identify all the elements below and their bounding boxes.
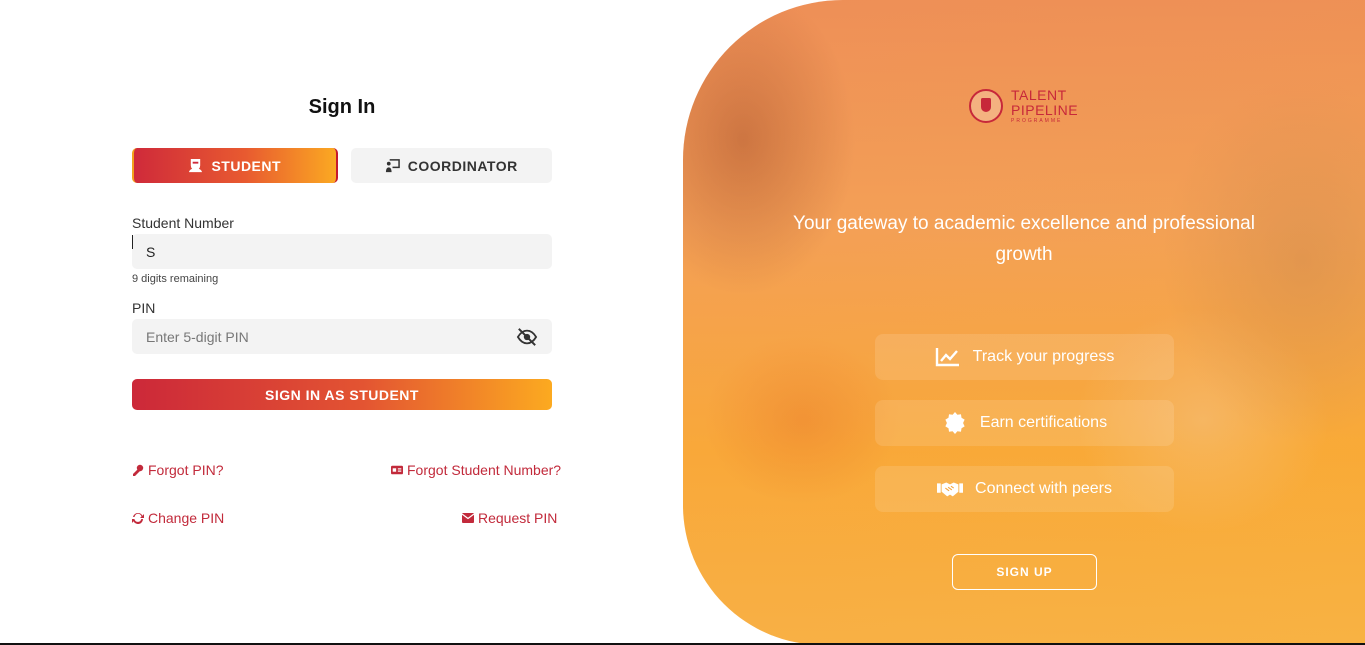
pin-input[interactable] <box>132 319 552 354</box>
digits-remaining-hint: 9 digits remaining <box>132 273 219 285</box>
role-tabs: STUDENT COORDINATOR <box>132 148 552 183</box>
change-pin-label: Change PIN <box>148 510 225 526</box>
student-icon <box>189 158 203 173</box>
key-icon <box>133 464 144 476</box>
feature-label: Connect with peers <box>975 480 1112 497</box>
tab-coordinator-label: COORDINATOR <box>407 157 518 174</box>
logo-line2: PIPELINE <box>1011 102 1079 118</box>
page-title: Sign In <box>308 96 376 118</box>
feature-label: Track your progress <box>972 348 1115 365</box>
signin-panel: Sign In STUDENT COORDINATOR Student Numb… <box>0 0 683 645</box>
request-pin-label: Request PIN <box>478 510 558 526</box>
handshake-icon <box>937 482 964 497</box>
feature-track-progress: Track your progress <box>875 334 1174 380</box>
talent-pipeline-logo: TALENT PIPELINE PROGRAMME <box>969 88 1078 124</box>
pin-field-wrap <box>132 319 552 354</box>
logo-line1: TALENT <box>1011 87 1067 103</box>
eye-slash-icon[interactable] <box>516 327 538 347</box>
change-pin-link[interactable]: Change PIN <box>132 510 224 526</box>
request-pin-link[interactable]: Request PIN <box>462 510 557 526</box>
student-number-input[interactable] <box>132 234 552 269</box>
sign-up-button[interactable]: SIGN UP <box>952 554 1097 590</box>
tab-student-label: STUDENT <box>211 157 282 174</box>
chart-line-icon <box>935 348 959 367</box>
forgot-pin-link[interactable]: Forgot PIN? <box>132 462 223 478</box>
feature-earn-certifications: Earn certifications <box>875 400 1174 446</box>
envelope-icon <box>462 513 474 523</box>
feature-connect-peers: Connect with peers <box>875 466 1174 512</box>
promo-panel: TALENT PIPELINE PROGRAMME Your gateway t… <box>683 0 1365 645</box>
tab-coordinator[interactable]: COORDINATOR <box>350 148 552 183</box>
tab-student[interactable]: STUDENT <box>132 148 338 183</box>
crest-icon <box>969 89 1003 123</box>
student-number-field-wrap <box>132 234 552 269</box>
feature-label: Earn certifications <box>979 414 1108 431</box>
id-card-icon <box>391 465 403 475</box>
forgot-pin-label: Forgot PIN? <box>148 462 224 478</box>
certificate-icon <box>945 412 965 434</box>
pin-label: PIN <box>132 300 156 316</box>
sign-in-button[interactable]: SIGN IN AS STUDENT <box>132 379 552 410</box>
text-cursor <box>132 235 133 249</box>
tagline: Your gateway to academic excellence and … <box>793 213 1255 265</box>
forgot-student-number-label: Forgot Student Number? <box>407 462 562 478</box>
student-number-label: Student Number <box>132 215 234 231</box>
forgot-student-number-link[interactable]: Forgot Student Number? <box>391 462 561 478</box>
presentation-icon <box>385 159 400 173</box>
refresh-icon <box>132 512 144 524</box>
logo-line3: PROGRAMME <box>1011 118 1063 124</box>
